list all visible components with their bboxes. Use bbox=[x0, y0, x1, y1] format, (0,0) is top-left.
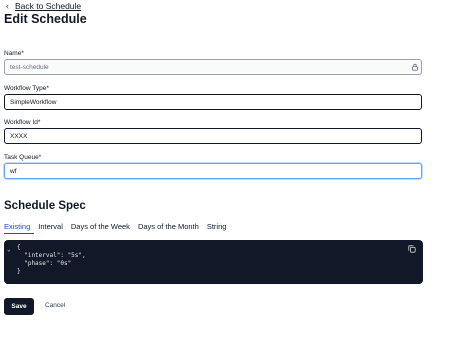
schedule-spec-tabs: Existing Interval Days of the Week Days … bbox=[4, 222, 234, 234]
workflow-id-field[interactable] bbox=[4, 128, 422, 144]
chevron-left-icon: ‹ bbox=[6, 1, 9, 11]
tab-existing[interactable]: Existing bbox=[4, 222, 35, 234]
workflow-type-field[interactable] bbox=[4, 94, 422, 110]
workflow-id-label: Workflow Id* bbox=[4, 119, 41, 126]
page-title: Edit Schedule bbox=[4, 12, 87, 26]
workflow-type-label: Workflow Type* bbox=[4, 85, 49, 92]
tab-days-of-week[interactable]: Days of the Week bbox=[71, 222, 134, 234]
back-to-schedule-link[interactable]: ‹ Back to Schedule bbox=[6, 1, 81, 11]
name-field[interactable] bbox=[4, 59, 422, 75]
task-queue-label: Task Queue* bbox=[4, 154, 42, 161]
code-line: "phase": "0s" bbox=[17, 260, 72, 267]
schedule-spec-title: Schedule Spec bbox=[4, 200, 86, 212]
code-line: "interval": "5s", bbox=[17, 252, 86, 259]
tab-string[interactable]: String bbox=[207, 222, 231, 234]
back-link-label: Back to Schedule bbox=[15, 1, 82, 11]
copy-icon[interactable] bbox=[408, 245, 416, 253]
code-line: } bbox=[17, 268, 21, 275]
chevron-down-icon[interactable]: ⌄ bbox=[7, 246, 11, 253]
tab-days-of-month[interactable]: Days of the Month bbox=[138, 222, 203, 234]
cancel-button[interactable]: Cancel bbox=[45, 302, 65, 309]
name-label: Name* bbox=[4, 50, 24, 57]
lock-icon bbox=[412, 63, 418, 71]
tab-interval[interactable]: Interval bbox=[38, 222, 67, 234]
task-queue-field[interactable] bbox=[4, 163, 422, 179]
schedule-spec-code-block: ⌄ { "interval": "5s", "phase": "0s" } bbox=[4, 240, 423, 284]
save-button[interactable]: Save bbox=[4, 298, 34, 315]
code-line: { bbox=[17, 244, 21, 251]
